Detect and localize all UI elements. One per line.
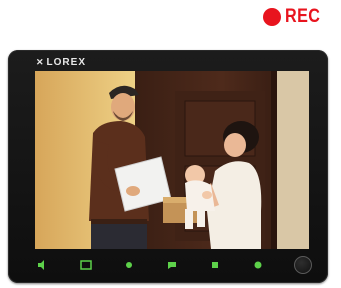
speaker-icon[interactable] <box>36 258 50 272</box>
menu-icon[interactable] <box>79 258 93 272</box>
recording-indicator: REC <box>263 6 327 28</box>
brightness-icon[interactable] <box>122 258 136 272</box>
video-feed <box>35 71 309 249</box>
brand-mark-icon: ✕ <box>36 57 45 67</box>
record-dot-icon <box>263 8 282 26</box>
rec-label: REC <box>285 6 321 27</box>
record-icon[interactable] <box>208 258 222 272</box>
channel-icon[interactable] <box>251 258 265 272</box>
brand-logo: ✕ LOREX <box>36 57 86 68</box>
talk-icon[interactable] <box>165 258 179 272</box>
brand-name: LOREX <box>46 57 86 68</box>
control-bar <box>36 255 312 275</box>
power-button[interactable] <box>294 256 312 274</box>
camera-scene <box>35 71 309 249</box>
monitor-device: ✕ LOREX <box>8 50 328 283</box>
